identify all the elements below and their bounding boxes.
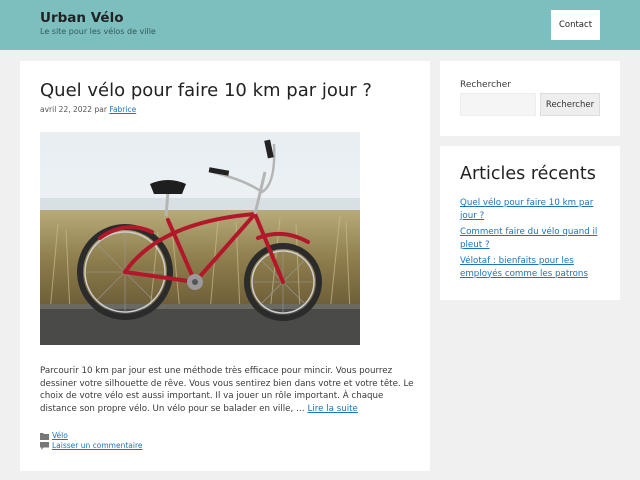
- post-meta: avril 22, 2022 par Fabrice: [40, 105, 136, 114]
- recent-posts-list: Quel vélo pour faire 10 km par jour ? Co…: [460, 197, 605, 284]
- recent-posts-title: Articles récents: [460, 164, 596, 184]
- featured-image[interactable]: [40, 132, 360, 345]
- search-label: Rechercher: [460, 80, 511, 90]
- list-item: Comment faire du vélo quand il pleut ?: [460, 226, 605, 251]
- search-input[interactable]: [460, 93, 536, 116]
- search-button[interactable]: Rechercher: [540, 93, 600, 116]
- recent-post-link[interactable]: Quel vélo pour faire 10 km par jour ?: [460, 198, 593, 221]
- bicycle-photo-icon: [40, 132, 360, 345]
- post-comments: Laisser un commentaire: [40, 441, 143, 450]
- leave-comment-link[interactable]: Laisser un commentaire: [52, 441, 143, 450]
- list-item: Quel vélo pour faire 10 km par jour ?: [460, 197, 605, 222]
- folder-icon: [40, 431, 49, 440]
- recent-post-link[interactable]: Vélotaf : bienfaits pour les employés co…: [460, 256, 588, 279]
- post-excerpt: Parcourir 10 km par jour est une méthode…: [40, 365, 415, 415]
- site-description: Le site pour les vélos de ville: [40, 27, 156, 36]
- post-title[interactable]: Quel vélo pour faire 10 km par jour ?: [40, 80, 420, 101]
- nav-contact-button[interactable]: Contact: [551, 10, 600, 40]
- post-by: par: [94, 105, 107, 114]
- post-author-link[interactable]: Fabrice: [109, 105, 136, 114]
- post-category: Vélo: [40, 431, 68, 440]
- recent-post-link[interactable]: Comment faire du vélo quand il pleut ?: [460, 227, 597, 250]
- recent-posts-widget: Articles récents Quel vélo pour faire 10…: [440, 146, 620, 300]
- post-card: Quel vélo pour faire 10 km par jour ? av…: [20, 61, 430, 471]
- site-title[interactable]: Urban Vélo: [40, 10, 123, 26]
- comment-icon: [40, 441, 49, 450]
- read-more-link[interactable]: Lire la suite: [307, 404, 357, 414]
- post-date: avril 22, 2022: [40, 105, 93, 114]
- site-header: Urban Vélo Le site pour les vélos de vil…: [0, 0, 640, 50]
- category-link[interactable]: Vélo: [52, 431, 68, 440]
- search-widget: Rechercher Rechercher: [440, 61, 620, 136]
- list-item: Vélotaf : bienfaits pour les employés co…: [460, 255, 605, 280]
